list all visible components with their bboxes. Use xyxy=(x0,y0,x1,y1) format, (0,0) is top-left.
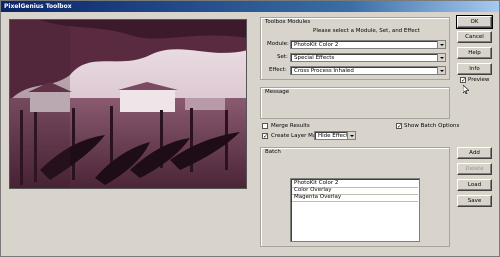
load-button[interactable]: Load xyxy=(457,179,492,191)
list-divider xyxy=(292,201,418,202)
info-button[interactable]: Info xyxy=(457,63,492,75)
save-button[interactable]: Save xyxy=(457,195,492,207)
instruction-text: Please select a Module, Set, and Effect xyxy=(313,28,420,34)
mouse-cursor-icon xyxy=(463,85,469,94)
show-batch-options-label: Show Batch Options xyxy=(404,123,460,129)
delete-button[interactable]: Delete xyxy=(457,163,492,175)
chevron-down-icon[interactable] xyxy=(437,67,445,74)
merge-results-checkbox[interactable] xyxy=(262,123,268,129)
chevron-down-icon[interactable] xyxy=(437,41,445,48)
cancel-button[interactable]: Cancel xyxy=(457,31,492,43)
ok-button[interactable]: OK xyxy=(456,15,493,29)
image-preview xyxy=(9,19,247,189)
show-batch-options-checkbox[interactable]: ✓ xyxy=(396,123,402,130)
set-select-value: Special Effects xyxy=(294,55,335,61)
list-item[interactable]: Magenta Overlay xyxy=(294,194,341,201)
module-select[interactable]: PhotoKit Color 2 xyxy=(290,40,446,49)
preview-photo xyxy=(10,20,246,188)
effect-label: Effect: xyxy=(269,67,287,73)
message-title: Message xyxy=(265,89,290,95)
list-item[interactable]: Color Overlay xyxy=(294,187,332,194)
module-select-value: PhotoKit Color 2 xyxy=(294,42,339,48)
preview-label: Preview xyxy=(468,77,490,83)
set-select[interactable]: Special Effects xyxy=(290,53,446,62)
toolbox-dialog: PixelGenius Toolbox Toolbox Modules Plea… xyxy=(0,0,500,257)
window-title: PixelGenius Toolbox xyxy=(4,3,72,10)
toolbox-modules-group: Toolbox Modules Please select a Module, … xyxy=(260,17,450,80)
message-group: Message xyxy=(260,87,450,119)
batch-group: Batch PhotoKit Color 2 Color Overlay Mag… xyxy=(260,147,450,247)
effect-select[interactable]: Cross Process Inhaled xyxy=(290,66,446,75)
layer-mask-select-value: Hide Effect xyxy=(318,133,349,139)
module-label: Module: xyxy=(267,41,289,47)
add-button[interactable]: Add xyxy=(457,147,492,159)
layer-mask-select[interactable]: Hide Effect xyxy=(314,131,356,140)
help-button[interactable]: Help xyxy=(457,47,492,59)
create-layer-mask-checkbox[interactable]: ✓ xyxy=(262,133,268,140)
preview-checkbox[interactable]: ✓ xyxy=(460,77,466,84)
batch-list[interactable]: PhotoKit Color 2 Color Overlay Magenta O… xyxy=(290,178,420,242)
merge-results-label: Merge Results xyxy=(271,123,310,129)
toolbox-modules-title: Toolbox Modules xyxy=(265,19,311,25)
list-item[interactable]: PhotoKit Color 2 xyxy=(294,180,338,187)
chevron-down-icon[interactable] xyxy=(437,54,445,61)
title-bar: PixelGenius Toolbox xyxy=(1,1,499,12)
effect-select-value: Cross Process Inhaled xyxy=(294,68,354,74)
set-label: Set: xyxy=(277,54,288,60)
chevron-down-icon[interactable] xyxy=(347,132,355,139)
batch-title: Batch xyxy=(265,149,281,155)
